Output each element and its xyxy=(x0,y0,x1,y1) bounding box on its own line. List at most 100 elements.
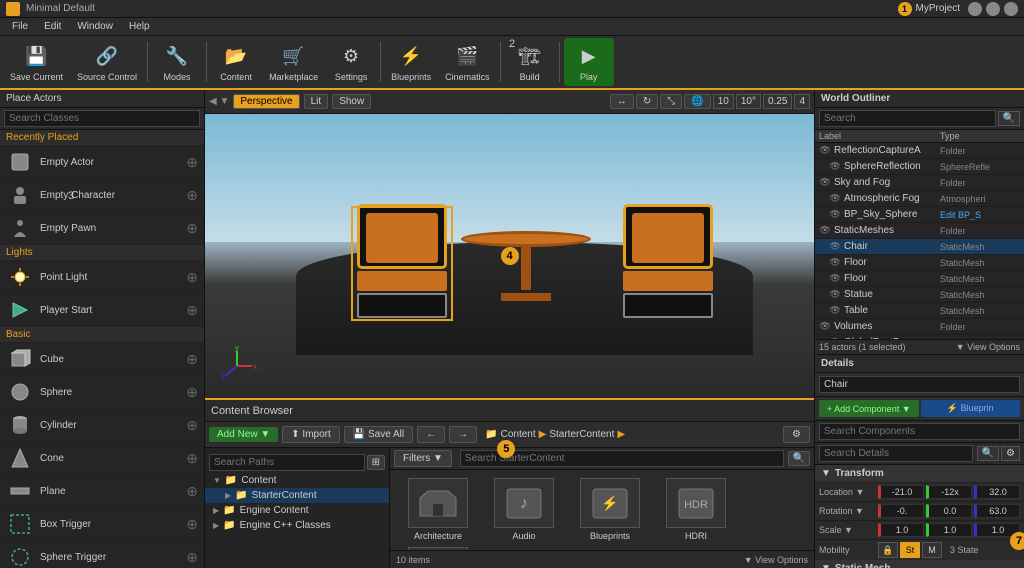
perspective-button[interactable]: Perspective xyxy=(233,94,299,109)
nav-back-button[interactable]: ← xyxy=(417,426,445,443)
asset-audio[interactable]: ♪ Audio xyxy=(484,478,564,541)
show-button[interactable]: Show xyxy=(332,94,371,109)
actor-cube[interactable]: Cube ⊕ xyxy=(0,343,204,376)
scale-x[interactable]: 1.0 xyxy=(878,523,924,537)
ol-floor-1[interactable]: 👁 Floor StaticMesh xyxy=(815,255,1024,271)
rotation-z[interactable]: 63.0 xyxy=(974,504,1020,518)
menu-help[interactable]: Help xyxy=(121,18,158,36)
search-paths-input[interactable] xyxy=(209,454,365,471)
blueprints-button[interactable]: ⚡ Blueprints xyxy=(385,38,437,86)
details-settings-button[interactable]: ⚙ xyxy=(1001,446,1020,461)
actor-point-light[interactable]: Point Light ⊕ xyxy=(0,261,204,294)
cylinder-label: Cylinder xyxy=(40,420,180,431)
basic-header[interactable]: Basic xyxy=(0,327,204,343)
ol-sphere-reflection[interactable]: 👁 SphereReflection SphereRefle xyxy=(815,159,1024,175)
mobility-st-icon[interactable]: St xyxy=(900,542,920,558)
search-details-input[interactable] xyxy=(819,445,973,462)
asset-hdri[interactable]: HDR HDRI xyxy=(656,478,736,541)
vis-icon-4: 👁 xyxy=(829,209,841,221)
outliner-view-options[interactable]: ▼ View Options xyxy=(956,342,1020,352)
play-button[interactable]: ▶ Play xyxy=(564,38,614,86)
actor-cylinder[interactable]: Cylinder ⊕ xyxy=(0,409,204,442)
rotate-button[interactable]: ↻ xyxy=(636,94,658,109)
world-button[interactable]: 🌐 xyxy=(684,94,710,109)
ol-table[interactable]: 👁 Table StaticMesh xyxy=(815,303,1024,319)
3d-viewport[interactable]: 4 xyxy=(205,114,814,398)
actor-box-trigger[interactable]: Box Trigger ⊕ xyxy=(0,508,204,541)
save-label: Save Current xyxy=(10,72,63,82)
rotation-x[interactable]: -0. xyxy=(878,504,924,518)
actor-cone[interactable]: Cone ⊕ xyxy=(0,442,204,475)
ol-static-meshes[interactable]: 👁 StaticMeshes Folder xyxy=(815,223,1024,239)
add-new-button[interactable]: Add New ▼ xyxy=(209,427,278,442)
actor-plane[interactable]: Plane ⊕ xyxy=(0,475,204,508)
mobility-m-icon[interactable]: M xyxy=(922,542,942,558)
actor-sphere[interactable]: Sphere ⊕ xyxy=(0,376,204,409)
asset-architecture[interactable]: Architecture xyxy=(398,478,478,541)
add-component-button[interactable]: + Add Component ▼ xyxy=(819,400,919,417)
menu-window[interactable]: Window xyxy=(69,18,121,36)
ol-atmospheric-fog[interactable]: 👁 Atmospheric Fog Atmospheri xyxy=(815,191,1024,207)
close-button[interactable] xyxy=(1004,2,1018,16)
settings-button[interactable]: ⚙ Settings xyxy=(326,38,376,86)
scale-y[interactable]: 1.0 xyxy=(926,523,972,537)
lights-header[interactable]: Lights xyxy=(0,245,204,261)
search-button[interactable]: 🔍 xyxy=(788,451,810,466)
search-components-input[interactable] xyxy=(819,423,1020,440)
location-z[interactable]: 32.0 xyxy=(974,485,1020,499)
transform-section-header[interactable]: ▼ Transform xyxy=(815,465,1024,483)
search-details-button[interactable]: 🔍 xyxy=(977,446,999,461)
source-control-button[interactable]: 🔗 Source Control xyxy=(71,38,143,86)
blueprint-button[interactable]: ⚡ Blueprin xyxy=(921,400,1021,417)
ol-floor-2[interactable]: 👁 Floor StaticMesh xyxy=(815,271,1024,287)
actor-empty-pawn[interactable]: Empty Pawn ⊕ xyxy=(0,212,204,245)
ol-bp-sky[interactable]: 👁 BP_Sky_Sphere Edit BP_S xyxy=(815,207,1024,223)
save-current-button[interactable]: 💾 Save Current xyxy=(4,38,69,86)
filters-button[interactable]: Filters ▼ xyxy=(394,450,452,467)
search-classes-input[interactable] xyxy=(4,110,200,127)
ol-reflection-capture[interactable]: 👁 ReflectionCaptureA Folder xyxy=(815,143,1024,159)
marketplace-button[interactable]: 🛒 Marketplace xyxy=(263,38,324,86)
actor-sphere-trigger[interactable]: Sphere Trigger ⊕ xyxy=(0,541,204,568)
location-y[interactable]: -12x xyxy=(926,485,972,499)
scale-button[interactable]: ⤡ xyxy=(660,94,682,109)
save-all-button[interactable]: 💾 Save All xyxy=(344,426,413,443)
import-button[interactable]: ⬆ Import xyxy=(282,426,340,443)
mobility-lock-icon[interactable]: 🔒 xyxy=(878,542,898,558)
outliner-search-input[interactable] xyxy=(819,110,996,127)
minimize-button[interactable] xyxy=(968,2,982,16)
location-x[interactable]: -21.0 xyxy=(878,485,924,499)
tree-item-engine-content[interactable]: ▶ 📁 Engine Content xyxy=(205,503,389,518)
ol-statue[interactable]: 👁 Statue StaticMesh xyxy=(815,287,1024,303)
menu-edit[interactable]: Edit xyxy=(36,18,69,36)
maximize-button[interactable] xyxy=(986,2,1000,16)
right-panel: World Outliner 🔍 Label Type 👁 Reflection… xyxy=(814,90,1024,568)
content-button[interactable]: 📂 Content xyxy=(211,38,261,86)
cinematics-button[interactable]: 🎬 Cinematics xyxy=(439,38,496,86)
nav-fwd-button[interactable]: → xyxy=(449,426,477,443)
details-name-input[interactable] xyxy=(819,376,1020,393)
tree-item-starter-content[interactable]: ▶ 📁 StarterContent xyxy=(205,488,389,503)
translate-button[interactable]: ↔ xyxy=(610,94,634,109)
static-mesh-section-header[interactable]: ▼ Static Mesh xyxy=(815,560,1024,568)
tree-item-engine-classes[interactable]: ▶ 📁 Engine C++ Classes xyxy=(205,518,389,533)
ol-volumes[interactable]: 👁 Volumes Folder xyxy=(815,319,1024,335)
ol-sky-fog[interactable]: 👁 Sky and Fog Folder xyxy=(815,175,1024,191)
actor-player-start[interactable]: Player Start ⊕ xyxy=(0,294,204,327)
menu-file[interactable]: File xyxy=(4,18,36,36)
ol-chair[interactable]: 👁 Chair StaticMesh xyxy=(815,239,1024,255)
cb-settings-button[interactable]: ⚙ xyxy=(783,426,810,443)
actor-empty-actor[interactable]: Empty Actor ⊕ xyxy=(0,146,204,179)
modes-button[interactable]: 🔧 Modes xyxy=(152,38,202,86)
actor-empty-character[interactable]: Empty Character ⊕ xyxy=(0,179,204,212)
asset-blueprints[interactable]: ⚡ Blueprints xyxy=(570,478,650,541)
outliner-search-button[interactable]: 🔍 xyxy=(998,111,1020,126)
tree-item-content[interactable]: ▼ 📁 Content xyxy=(205,473,389,488)
recently-placed-header[interactable]: Recently Placed xyxy=(0,130,204,146)
path-filter-button[interactable]: ⊞ xyxy=(367,455,385,470)
lit-button[interactable]: Lit xyxy=(304,94,329,109)
cb-view-options[interactable]: ▼ View Options xyxy=(744,555,808,565)
rotation-y[interactable]: 0.0 xyxy=(926,504,972,518)
details-actions-bar: + Add Component ▼ ⚡ Blueprin xyxy=(815,397,1024,421)
place-actors-panel: 3 Place Actors Recently Placed Empty Act… xyxy=(0,90,205,568)
